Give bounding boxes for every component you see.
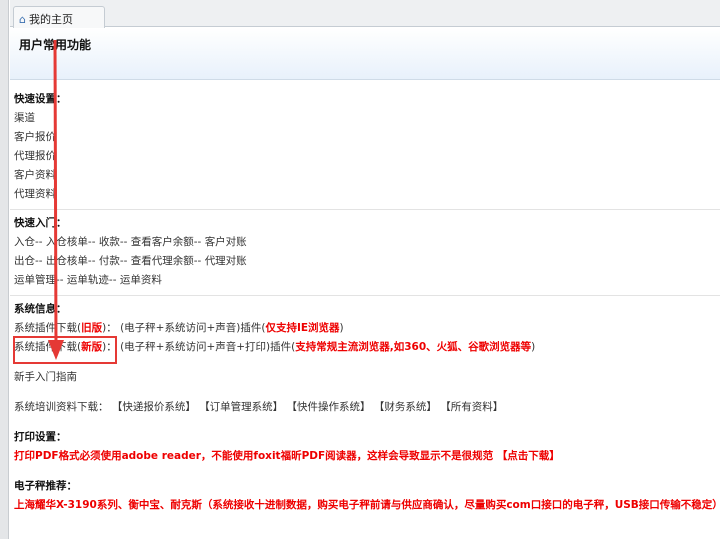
plugin-old-note: 仅支持IE浏览器 — [265, 322, 340, 334]
main-content: 快速设置： 渠道 客户报价 代理报价 客户资料 代理资料 快速入门： 入仓-- … — [10, 90, 720, 515]
training-link[interactable]: 【快件操作系统】 — [287, 401, 371, 413]
tab-bar: ⌂ 我的主页 — [10, 0, 720, 28]
quick-entry-link[interactable]: 客户对账 — [205, 236, 247, 248]
quick-entry-link[interactable]: 代理对账 — [205, 255, 247, 267]
quick-entry-link[interactable]: 收款 — [99, 236, 120, 248]
quick-entry-link[interactable]: 运单轨迹 — [67, 274, 109, 286]
quick-entry-link[interactable]: 出仓核单 — [46, 255, 88, 267]
quick-settings-title: 快速设置： — [14, 93, 67, 105]
separator: -- — [119, 255, 131, 267]
print-settings-title: 打印设置： — [14, 431, 67, 443]
separator: -- — [193, 255, 205, 267]
plugin-new-note: 支持常规主流浏览器,如360、火狐、谷歌浏览器等 — [295, 341, 532, 353]
quick-entry-link[interactable]: 入仓 — [14, 236, 35, 248]
quick-entry-link[interactable]: 运单资料 — [120, 274, 162, 286]
separator: -- — [87, 236, 99, 248]
training-link[interactable]: 【快递报价系统】 — [112, 401, 196, 413]
beginner-guide-link[interactable]: 新手入门指南 — [14, 368, 720, 387]
divider — [10, 295, 720, 296]
quick-entry-link[interactable]: 查看代理余额 — [131, 255, 194, 267]
separator: -- — [119, 236, 131, 248]
download-link[interactable]: 【点击下载】 — [497, 450, 560, 462]
quick-setting-link[interactable]: 客户资料 — [14, 166, 720, 185]
plugin-new-row: 系统插件下载(新版)： (电子秤+系统访问+声音+打印)插件(支持常规主流浏览器… — [14, 341, 536, 353]
scale-title: 电子秤推荐： — [14, 480, 77, 492]
plugin-old-desc: (电子秤+系统访问+声音)插件( — [120, 322, 266, 334]
plugin-old-download-link[interactable]: 系统插件下载(旧版)： — [14, 322, 117, 334]
separator: -- — [35, 255, 46, 267]
page-title: 用户常用功能 — [19, 38, 92, 52]
quick-setting-link[interactable]: 代理资料 — [14, 185, 720, 204]
quick-entry-link[interactable]: 运单管理 — [14, 274, 56, 286]
separator: -- — [108, 274, 120, 286]
scale-note: 上海耀华X-3190系列、衡中宝、耐克斯（系统接收十进制数据，购买电子秤前请与供… — [14, 499, 720, 511]
system-info-title: 系统信息： — [14, 303, 67, 315]
quick-setting-link[interactable]: 客户报价 — [14, 128, 720, 147]
quick-entry-row: 入仓-- 入仓核单-- 收款-- 查看客户余额-- 客户对账 — [14, 233, 720, 252]
quick-entry-link[interactable]: 付款 — [99, 255, 120, 267]
left-panel-edge — [0, 0, 9, 539]
quick-entry-link[interactable]: 查看客户余额 — [131, 236, 194, 248]
plugin-old-row: 系统插件下载(旧版)： (电子秤+系统访问+声音)插件(仅支持IE浏览器) — [14, 322, 344, 334]
divider — [10, 209, 720, 210]
highlight-box — [13, 336, 117, 364]
training-row: 系统培训资料下载： 【快递报价系统】 【订单管理系统】 【快件操作系统】 【财务… — [14, 398, 720, 417]
print-note: 打印PDF格式必须使用adobe reader，不能使用foxit福昕PDF阅读… — [14, 450, 560, 462]
tab-label: 我的主页 — [28, 13, 73, 26]
separator: -- — [56, 274, 67, 286]
quick-setting-link[interactable]: 代理报价 — [14, 147, 720, 166]
quick-setting-link[interactable]: 渠道 — [14, 109, 720, 128]
training-link[interactable]: 【订单管理系统】 — [199, 401, 283, 413]
separator: -- — [35, 236, 46, 248]
quick-entry-title: 快速入门： — [14, 217, 67, 229]
separator: -- — [193, 236, 205, 248]
training-label: 系统培训资料下载： — [14, 401, 109, 413]
quick-entry-row: 运单管理-- 运单轨迹-- 运单资料 — [14, 271, 720, 290]
quick-entry-row: 出仓-- 出仓核单-- 付款-- 查看代理余额-- 代理对账 — [14, 252, 720, 271]
plugin-new-desc: (电子秤+系统访问+声音+打印)插件( — [120, 341, 296, 353]
tab-home[interactable]: ⌂ 我的主页 — [13, 6, 105, 28]
page-header: 用户常用功能 — [10, 28, 720, 80]
quick-entry-link[interactable]: 出仓 — [14, 255, 35, 267]
home-icon: ⌂ — [19, 12, 26, 26]
separator: -- — [87, 255, 99, 267]
quick-entry-link[interactable]: 入仓核单 — [46, 236, 88, 248]
training-link[interactable]: 【所有资料】 — [440, 401, 503, 413]
training-link[interactable]: 【财务系统】 — [374, 401, 437, 413]
